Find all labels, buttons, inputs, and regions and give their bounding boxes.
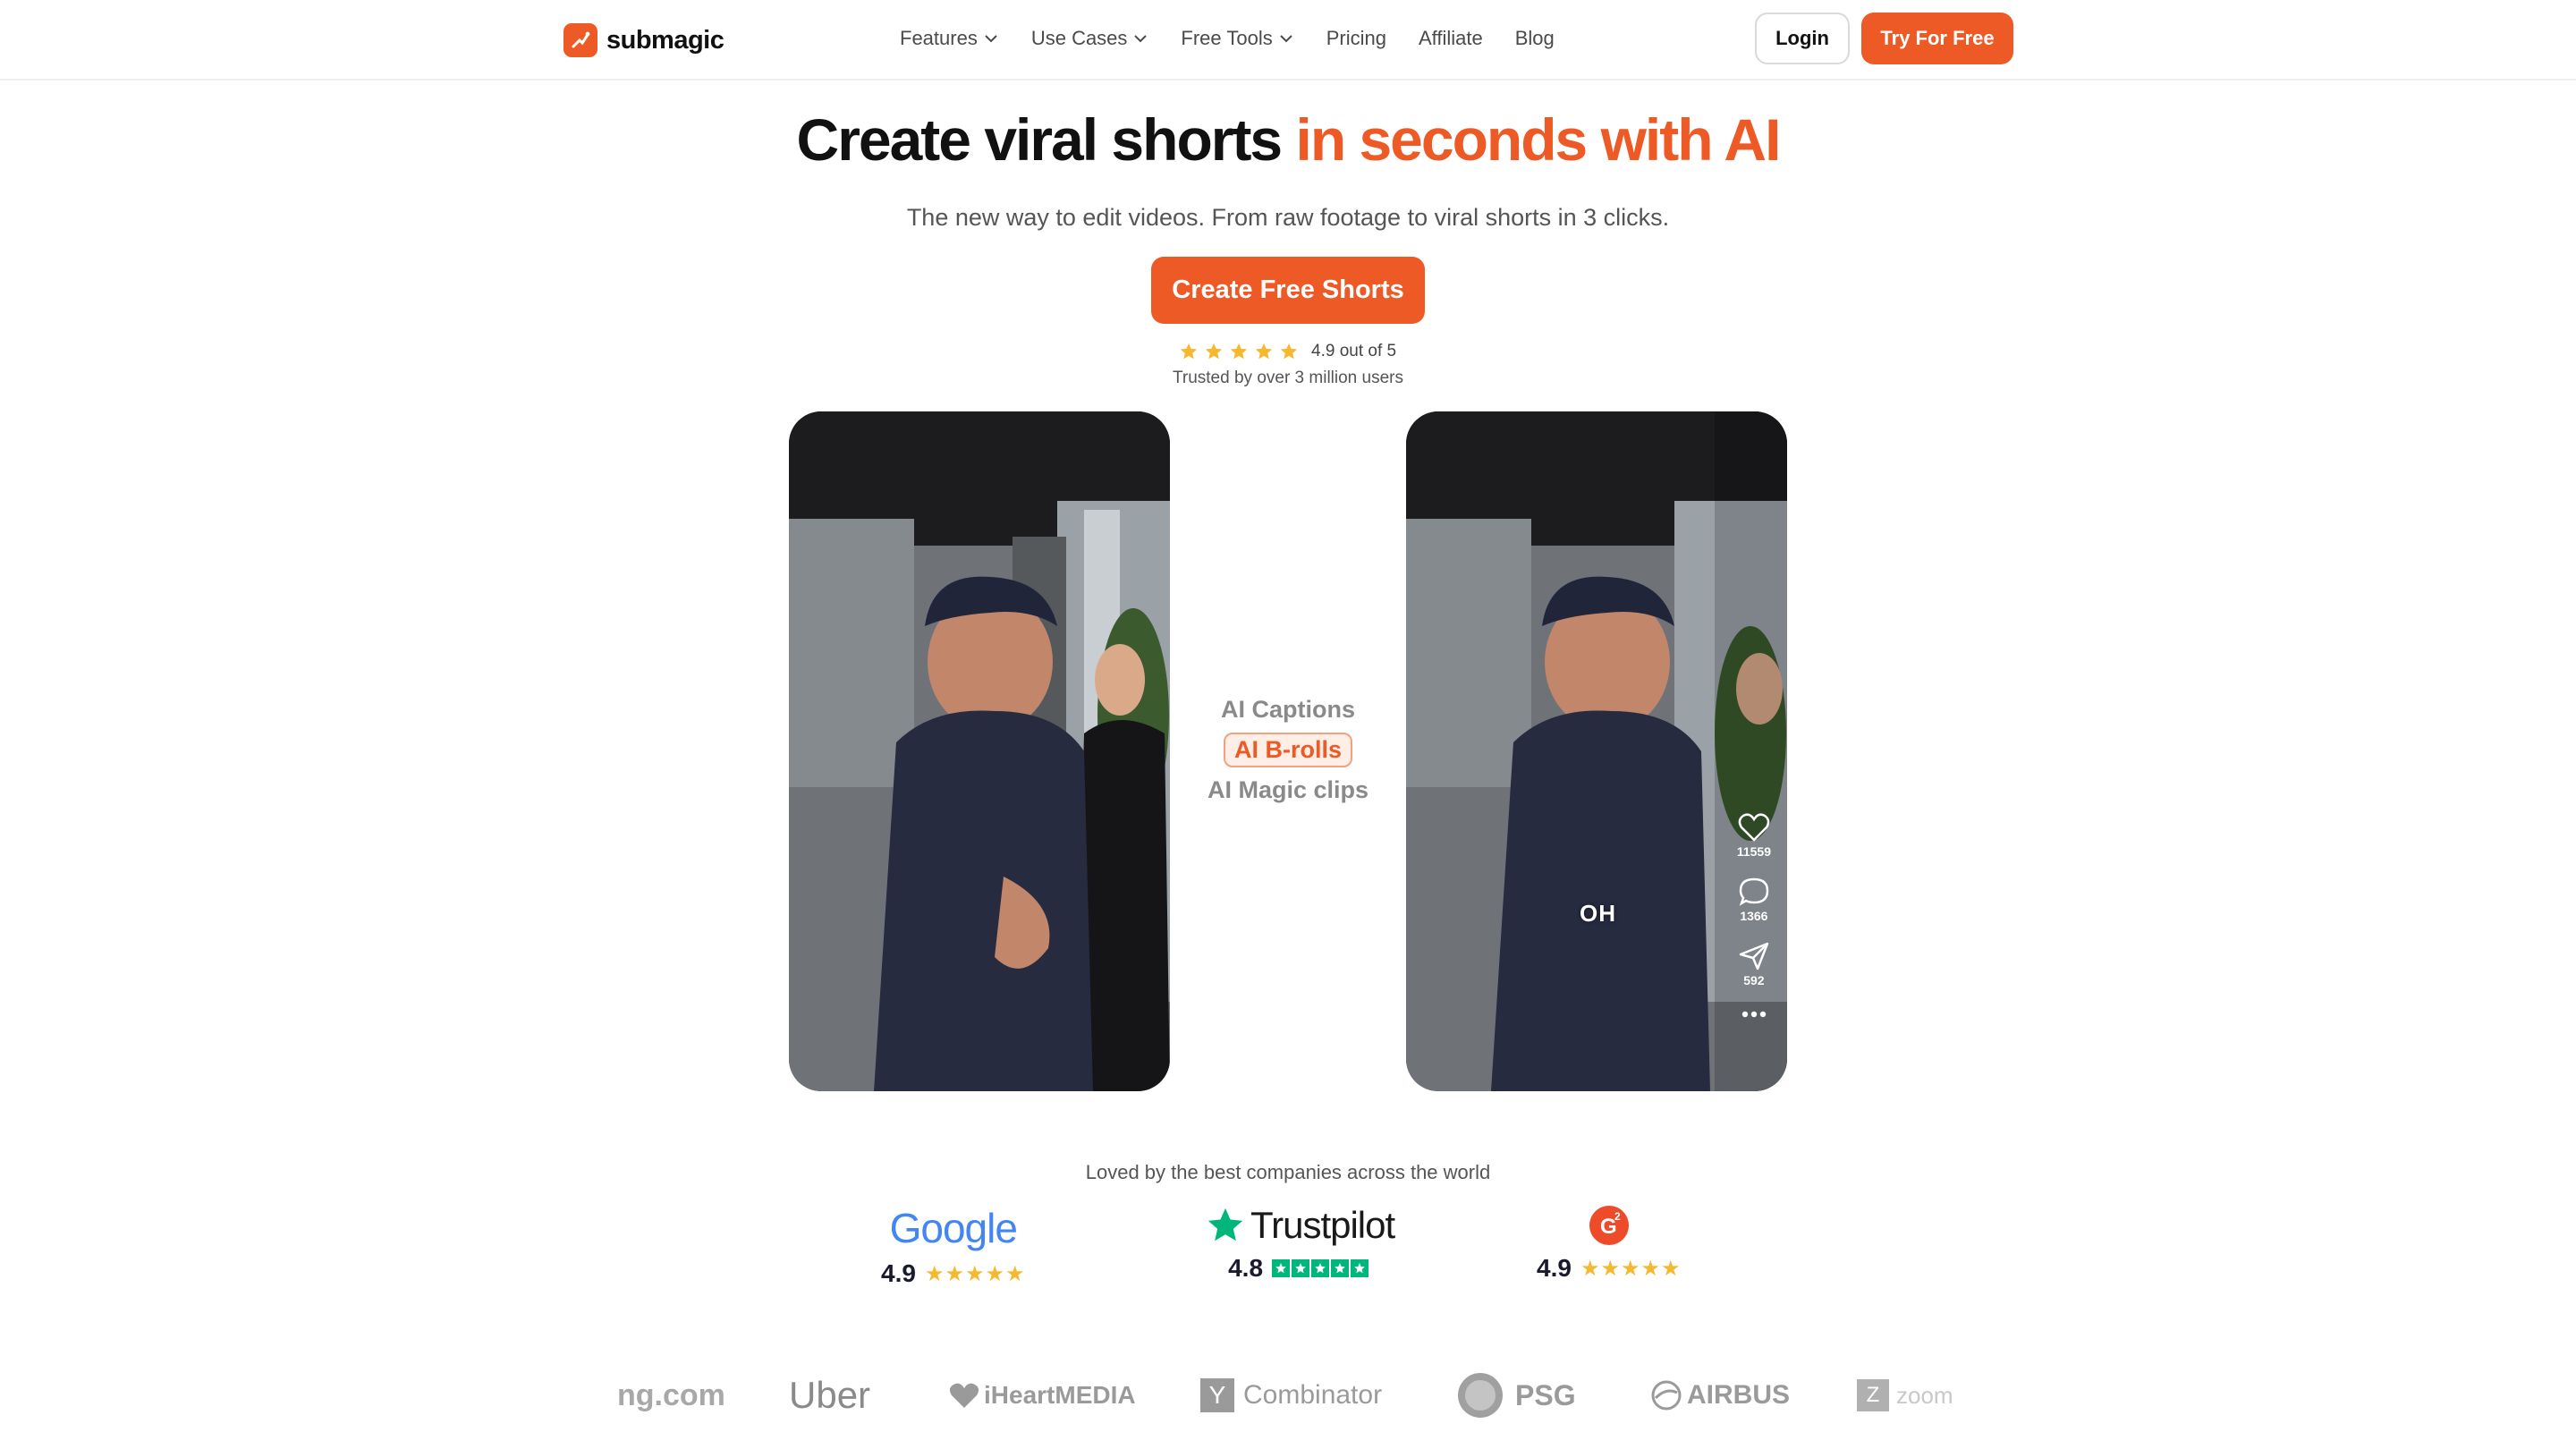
- company-logo-strip: ng.com Uber iHeartMEDIA Y Combinator PSG…: [617, 1368, 1959, 1422]
- heart-icon: [1738, 813, 1770, 842]
- star-icon: [1180, 343, 1198, 360]
- iheartmedia-text: iHeartMEDIA: [984, 1381, 1136, 1409]
- g2-review[interactable]: G 2 4.9 ★★★★★: [1537, 1204, 1682, 1283]
- trustpilot-wordmark: Trustpilot: [1250, 1204, 1395, 1246]
- chevron-down-icon: [1280, 35, 1292, 43]
- psg-crest-icon: [1458, 1373, 1503, 1418]
- share-control[interactable]: 592: [1738, 941, 1770, 987]
- airbus-text: AIRBUS: [1687, 1380, 1791, 1410]
- hero-subheadline: The new way to edit videos. From raw foo…: [906, 204, 1670, 231]
- logo-zoom: Z zoom: [1857, 1368, 1953, 1422]
- main-menu: Features Use Cases Free Tools Pricing Af…: [900, 27, 1587, 50]
- more-control[interactable]: [1738, 1005, 1770, 1023]
- chevron-down-icon: [1134, 35, 1148, 43]
- logo-iheartmedia: iHeartMEDIA: [948, 1368, 1136, 1422]
- menu-affiliate-label: Affiliate: [1418, 27, 1483, 49]
- headline-accent: in seconds with AI: [1295, 106, 1781, 173]
- psg-text: PSG: [1515, 1378, 1576, 1411]
- menu-pricing-label: Pricing: [1326, 27, 1386, 49]
- menu-pricing[interactable]: Pricing: [1326, 27, 1386, 50]
- trustpilot-logo: Trustpilot: [1204, 1204, 1395, 1247]
- y-box-icon: Y: [1200, 1378, 1234, 1412]
- trusted-by-text: Trusted by over 3 million users: [1172, 369, 1403, 387]
- trustpilot-review[interactable]: Trustpilot 4.8: [1204, 1204, 1395, 1283]
- g2-logo-icon: G 2: [1589, 1206, 1629, 1245]
- comment-icon: [1739, 877, 1769, 906]
- video-frame-edited: [1406, 411, 1787, 1091]
- svg-text:2: 2: [1614, 1210, 1621, 1223]
- like-control[interactable]: 11559: [1737, 812, 1771, 859]
- airbus-globe-icon: [1651, 1380, 1682, 1411]
- like-count: 11559: [1736, 844, 1771, 859]
- zoom-box-icon: Z: [1857, 1379, 1889, 1411]
- feature-ai-captions[interactable]: AI Captions: [1221, 696, 1355, 724]
- google-score: 4.9: [881, 1259, 916, 1287]
- social-proof-heading: Loved by the best companies across the w…: [1085, 1161, 1491, 1183]
- try-for-free-button[interactable]: Try For Free: [1861, 13, 2013, 64]
- edited-video-preview[interactable]: OH 11559 1366 592: [1406, 411, 1787, 1091]
- submagic-logo-icon: [564, 23, 597, 57]
- logo-airbus: AIRBUS: [1651, 1368, 1790, 1422]
- trustpilot-stars: [1272, 1259, 1370, 1277]
- send-icon: [1739, 942, 1769, 970]
- menu-use-cases[interactable]: Use Cases: [1031, 27, 1149, 50]
- google-review[interactable]: Google 4.9 ★★★★★: [881, 1204, 1026, 1288]
- menu-features-label: Features: [900, 27, 978, 49]
- trustpilot-rating: 4.8: [1228, 1254, 1370, 1283]
- menu-blog-label: Blog: [1514, 27, 1555, 49]
- top-nav: submagic Features Use Cases Free Tools P…: [0, 0, 2576, 80]
- video-frame-raw: [789, 411, 1170, 1091]
- google-stars: ★★★★★: [924, 1261, 1026, 1286]
- heart-icon: [949, 1383, 979, 1408]
- comment-count: 1366: [1740, 909, 1768, 923]
- star-icon: [1205, 343, 1223, 360]
- menu-blog[interactable]: Blog: [1515, 27, 1555, 50]
- rating-text: 4.9 out of 5: [1311, 342, 1397, 360]
- google-rating: 4.9 ★★★★★: [881, 1259, 1026, 1288]
- star-icon: [1230, 343, 1248, 360]
- logo-uber: Uber: [789, 1374, 871, 1416]
- menu-affiliate[interactable]: Affiliate: [1419, 27, 1483, 50]
- feature-ai-magic-clips[interactable]: AI Magic clips: [1208, 776, 1368, 804]
- share-count: 592: [1743, 973, 1765, 987]
- star-icon: [1280, 343, 1298, 360]
- brand-logo[interactable]: submagic: [564, 23, 724, 57]
- menu-features[interactable]: Features: [900, 27, 999, 50]
- more-icon: [1741, 1011, 1767, 1018]
- feature-ai-b-rolls[interactable]: AI B-rolls: [1223, 733, 1352, 767]
- star-icon: [1255, 343, 1273, 360]
- g2-rating: 4.9 ★★★★★: [1537, 1254, 1682, 1283]
- brand-name: submagic: [606, 25, 724, 55]
- feature-switcher: AI Captions AI B-rolls AI Magic clips: [1190, 696, 1386, 804]
- comment-control[interactable]: 1366: [1738, 877, 1770, 923]
- create-free-shorts-button[interactable]: Create Free Shorts: [1151, 257, 1425, 324]
- menu-use-cases-label: Use Cases: [1030, 27, 1128, 49]
- logo-booking: ng.com: [617, 1377, 725, 1412]
- engagement-sidebar: 11559 1366 592: [1737, 812, 1771, 1023]
- trustpilot-score: 4.8: [1228, 1254, 1264, 1282]
- g2-score: 4.9: [1537, 1254, 1572, 1282]
- menu-free-tools[interactable]: Free Tools: [1181, 27, 1293, 50]
- ycombinator-text: Combinator: [1243, 1380, 1383, 1410]
- logo-psg: PSG: [1456, 1368, 1576, 1422]
- rating-summary: 4.9 out of 5: [1179, 342, 1396, 361]
- headline-main: Create viral shorts: [796, 106, 1296, 173]
- chevron-down-icon: [985, 35, 997, 43]
- logo-ycombinator: Y Combinator: [1200, 1368, 1382, 1422]
- caption-word: OH: [1580, 900, 1616, 927]
- hero-headline: Create viral shorts in seconds with AI: [0, 106, 2576, 174]
- zoom-text: zoom: [1896, 1381, 1953, 1409]
- login-button[interactable]: Login: [1755, 13, 1850, 64]
- raw-video-preview[interactable]: [789, 411, 1170, 1091]
- trustpilot-star-icon: [1208, 1208, 1243, 1241]
- g2-stars: ★★★★★: [1580, 1256, 1682, 1281]
- menu-free-tools-label: Free Tools: [1181, 27, 1273, 49]
- google-logo: Google: [889, 1205, 1018, 1251]
